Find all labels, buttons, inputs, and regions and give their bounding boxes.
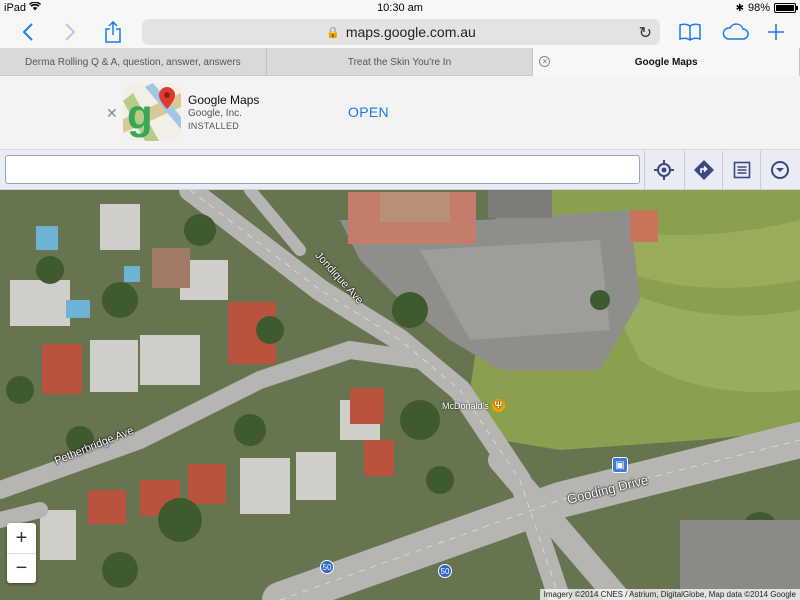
new-tab-button[interactable] <box>764 19 788 45</box>
back-button[interactable] <box>16 19 40 45</box>
close-tab-icon[interactable]: × <box>539 56 551 67</box>
tab-derma-rolling[interactable]: Derma Rolling Q & A, question, answer, a… <box>0 48 267 76</box>
tab-label: Treat the Skin You're In <box>347 56 452 68</box>
search-field-container <box>5 155 640 184</box>
directions-button[interactable] <box>684 151 722 189</box>
forward-button[interactable] <box>58 19 82 45</box>
address-bar[interactable]: 🔒 maps.google.com.au ↻ <box>142 19 660 45</box>
poi-label: McDonald's <box>442 400 489 411</box>
lock-icon: 🔒 <box>326 26 340 39</box>
chevron-down-icon <box>770 161 789 179</box>
app-install-status: INSTALLED <box>188 121 240 131</box>
route-shield: 50 <box>438 564 452 578</box>
zoom-out-button[interactable]: − <box>7 553 36 583</box>
icloud-tabs-button[interactable] <box>718 19 752 45</box>
battery-icon <box>774 3 798 13</box>
list-view-button[interactable] <box>722 151 760 189</box>
browser-toolbar: 🔒 maps.google.com.au ↻ <box>0 16 800 48</box>
directions-icon <box>693 160 714 180</box>
tab-bar: Derma Rolling Q & A, question, answer, a… <box>0 48 800 76</box>
satellite-imagery <box>0 190 800 600</box>
restaurant-icon: Ψ <box>491 399 505 412</box>
google-maps-app-icon: g <box>123 83 181 141</box>
reload-icon[interactable]: ↻ <box>639 23 652 43</box>
status-bar: iPad 10:30 am ✱ 98% <box>0 0 800 16</box>
route-shield: 50 <box>320 560 334 574</box>
list-icon <box>733 161 750 179</box>
plus-icon <box>768 24 784 40</box>
battery-percent: 98% <box>747 2 770 14</box>
cloud-icon <box>722 23 749 40</box>
search-input[interactable] <box>6 156 639 183</box>
bus-stop-icon[interactable]: ▣ <box>612 457 628 473</box>
chevron-left-icon <box>22 23 33 41</box>
url-text: maps.google.com.au <box>345 24 476 40</box>
poi-mcdonalds[interactable]: McDonald's Ψ <box>442 399 505 412</box>
bookmarks-button[interactable] <box>676 19 704 45</box>
map-attribution: Imagery ©2014 CNES / Astrium, DigitalGlo… <box>539 589 800 600</box>
share-icon <box>105 21 121 43</box>
maps-toolbar <box>0 150 800 190</box>
locate-icon <box>653 160 674 180</box>
app-name: Google Maps <box>188 93 260 107</box>
close-banner-icon[interactable]: ✕ <box>106 105 118 122</box>
clock: 10:30 am <box>377 2 423 14</box>
chevron-right-icon <box>65 23 76 41</box>
share-button[interactable] <box>100 19 126 45</box>
svg-text:g: g <box>127 91 153 138</box>
menu-dropdown-button[interactable] <box>760 151 798 189</box>
smart-app-banner: ✕ g Google Maps Google, Inc. INSTALLED O… <box>0 76 800 150</box>
bluetooth-icon: ✱ <box>735 2 744 14</box>
tab-label: Google Maps <box>634 56 698 68</box>
satellite-map[interactable]: Jondique Ave Petherbridge Ave Gooding Dr… <box>0 190 800 600</box>
tab-label: Derma Rolling Q & A, question, answer, a… <box>25 56 241 68</box>
open-app-button[interactable]: OPEN <box>348 104 389 120</box>
tab-google-maps[interactable]: × Google Maps <box>533 48 800 76</box>
zoom-control: + − <box>7 523 36 583</box>
zoom-in-button[interactable]: + <box>7 523 36 553</box>
book-icon <box>679 23 701 41</box>
app-developer: Google, Inc. <box>188 108 242 119</box>
tab-treat-the-skin[interactable]: Treat the Skin You're In <box>267 48 534 76</box>
my-location-button[interactable] <box>644 151 682 189</box>
